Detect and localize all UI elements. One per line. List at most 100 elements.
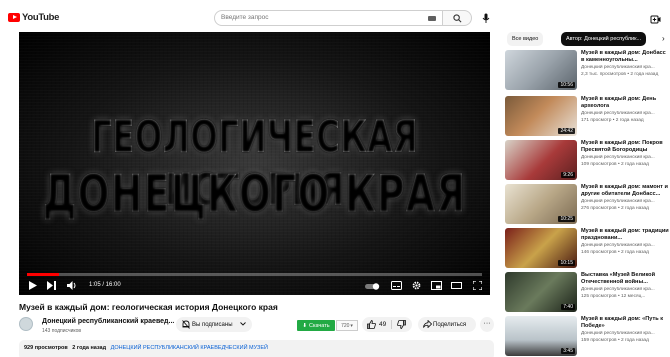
related-video-title[interactable]: Музей в каждый дом: День археолога [581, 96, 669, 110]
search-input[interactable] [221, 14, 401, 21]
theater-icon[interactable] [451, 281, 462, 290]
player-controls: 1:05 / 16:00 [19, 278, 490, 295]
divider [391, 320, 392, 329]
progress-played [27, 273, 59, 276]
related-video-channel[interactable]: Донецкий республиканский кра... [581, 155, 669, 160]
upload-date: 2 года назад [72, 345, 107, 351]
related-video-channel[interactable]: Донецкий республиканский кра... [581, 111, 669, 116]
related-video-item[interactable]: 10:15 Музей в каждый дом: традиции праздн… [505, 228, 670, 272]
channel-name[interactable]: Донецкий республиканский краевед... [42, 318, 174, 325]
related-video-item[interactable]: 10:56 Музей в каждый дом: Донбасс в камен… [505, 50, 670, 94]
chip-all-videos[interactable]: Все видео [507, 32, 544, 46]
download-quality-select[interactable]: 720 ▾ [336, 320, 358, 331]
settings-icon[interactable] [412, 281, 421, 290]
related-video-meta: 125 просмотров • 12 месяц... [581, 294, 646, 299]
related-video-thumbnail[interactable]: 10:25 [505, 184, 577, 224]
search-button[interactable] [443, 10, 472, 26]
youtube-logo-icon [8, 13, 20, 22]
chevron-right-icon[interactable]: › [662, 34, 665, 43]
video-duration-badge: 3:45 [561, 348, 575, 354]
related-video-title[interactable]: Музей в каждый дом: Покров Пресвятой Бог… [581, 140, 669, 154]
chevron-down-icon [240, 322, 246, 326]
masthead: YouTube [0, 0, 670, 36]
thumb-up-icon[interactable] [367, 320, 376, 329]
video-duration-badge: 10:15 [558, 260, 575, 266]
related-video-channel[interactable]: Донецкий республиканский кра... [581, 65, 669, 70]
share-label: Поделиться [433, 321, 467, 328]
next-icon[interactable] [47, 281, 56, 290]
chevron-down-icon: ▾ [350, 322, 353, 329]
video-duration-badge: 24:42 [558, 128, 575, 134]
keyboard-icon[interactable] [428, 16, 436, 21]
bell-icon [182, 320, 190, 329]
related-video-meta: 2,3 тыс. просмотров • 2 года назад [581, 72, 659, 77]
channel-avatar[interactable] [19, 317, 33, 331]
related-video-item[interactable]: 9:26 Музей в каждый дом: Покров Пресвятой… [505, 140, 670, 184]
related-video-thumbnail[interactable]: 3:45 [505, 316, 577, 356]
view-count: 929 просмотров [24, 345, 68, 351]
related-video-title[interactable]: Музей в каждый дом: «Путь к Победе» [581, 316, 669, 330]
related-video-channel[interactable]: Донецкий республиканский кра... [581, 199, 669, 204]
autoplay-icon[interactable] [365, 283, 381, 290]
share-icon [423, 320, 432, 328]
logo-text: YouTube [22, 12, 60, 23]
create-button[interactable] [650, 12, 661, 24]
related-video-meta: 146 просмотров • 2 года назад [581, 250, 649, 255]
related-video-thumbnail[interactable]: 7:40 [505, 272, 577, 312]
description-box[interactable]: 929 просмотров 2 года назад ДОНЕЦКИЙ РЕС… [19, 340, 494, 357]
thumb-down-icon[interactable] [397, 320, 406, 329]
more-actions-button[interactable]: ··· [480, 317, 494, 332]
chip-author[interactable]: Автор: Донецкий республик... [561, 32, 647, 46]
related-video-title[interactable]: Музей в каждый дом: Донбасс в каменноуго… [581, 50, 669, 64]
time-display: 1:05 / 16:00 [89, 282, 121, 288]
related-video-thumbnail[interactable]: 9:26 [505, 140, 577, 180]
subscribed-button[interactable]: Вы подписаны [176, 317, 252, 332]
related-video-thumbnail[interactable]: 24:42 [505, 96, 577, 136]
description-meta: 929 просмотров 2 года назад ДОНЕЦКИЙ РЕС… [24, 345, 268, 351]
video-overlay-title-line2: ДОНЕЦКОГО КРАЯ [19, 164, 490, 223]
related-video-channel[interactable]: Донецкий республиканский кра... [581, 287, 669, 292]
download-icon: ⬇ [302, 322, 307, 329]
related-video-meta: 109 просмотров • 2 года назад [581, 162, 649, 167]
share-button[interactable]: Поделиться [418, 317, 476, 332]
mic-icon [482, 13, 490, 23]
video-duration-badge: 10:56 [558, 82, 575, 88]
like-count: 49 [379, 321, 387, 328]
related-video-item[interactable]: 7:40 Выставка «Музей Великой Отечественно… [505, 272, 670, 316]
play-icon[interactable] [29, 281, 37, 290]
related-video-meta: 276 просмотров • 2 года назад [581, 206, 649, 211]
video-duration-badge: 10:25 [558, 216, 575, 222]
search-box[interactable] [214, 10, 443, 26]
create-icon [650, 15, 661, 24]
related-video-meta: 171 просмотр • 2 года назад [581, 118, 644, 123]
progress-bar[interactable] [27, 273, 482, 276]
video-duration-badge: 7:40 [561, 304, 575, 310]
related-video-channel[interactable]: Донецкий республиканский кра... [581, 331, 669, 336]
related-video-channel[interactable]: Донецкий республиканский кра... [581, 243, 669, 248]
related-video-title[interactable]: Музей в каждый дом: мамонт и другие обит… [581, 184, 669, 198]
subtitles-icon[interactable] [391, 281, 402, 290]
subscriber-count: 143 подписчиков [42, 328, 82, 334]
related-video-thumbnail[interactable]: 10:56 [505, 50, 577, 90]
search-icon [453, 14, 462, 23]
related-video-meta: 159 просмотров • 2 года назад [581, 338, 649, 343]
subscribed-label: Вы подписаны [192, 321, 233, 328]
related-video-title[interactable]: Выставка «Музей Великой Отечественной во… [581, 272, 669, 286]
related-video-item[interactable]: 10:25 Музей в каждый дом: мамонт и другие… [505, 184, 670, 228]
related-video-item[interactable]: 24:42 Музей в каждый дом: День археолога Д… [505, 96, 670, 140]
related-video-item[interactable]: 3:45 Музей в каждый дом: «Путь к Победе» Д… [505, 316, 670, 357]
more-icon: ··· [483, 320, 491, 327]
download-button[interactable]: ⬇ Скачать [297, 320, 335, 331]
video-player[interactable]: ГЕОЛОГИЧЕСКАЯ ИСТОРИЯ ДОНЕЦКОГО КРАЯ 1:0… [19, 32, 490, 295]
youtube-logo[interactable]: YouTube [8, 12, 59, 23]
like-dislike-group: 49 [362, 317, 412, 332]
miniplayer-icon[interactable] [431, 281, 442, 290]
volume-icon[interactable] [67, 281, 77, 290]
related-video-thumbnail[interactable]: 10:15 [505, 228, 577, 268]
fullscreen-icon[interactable] [473, 281, 482, 290]
related-video-title[interactable]: Музей в каждый дом: традиции праздновани… [581, 228, 669, 242]
hashtag-link[interactable]: ДОНЕЦКИЙ РЕСПУБЛИКАНСКИЙ КРАЕВЕДЧЕСКИЙ М… [111, 345, 268, 351]
video-title: Музей в каждый дом: геологическая истори… [19, 302, 278, 312]
video-duration-badge: 9:26 [561, 172, 575, 178]
voice-search-button[interactable] [479, 10, 493, 26]
